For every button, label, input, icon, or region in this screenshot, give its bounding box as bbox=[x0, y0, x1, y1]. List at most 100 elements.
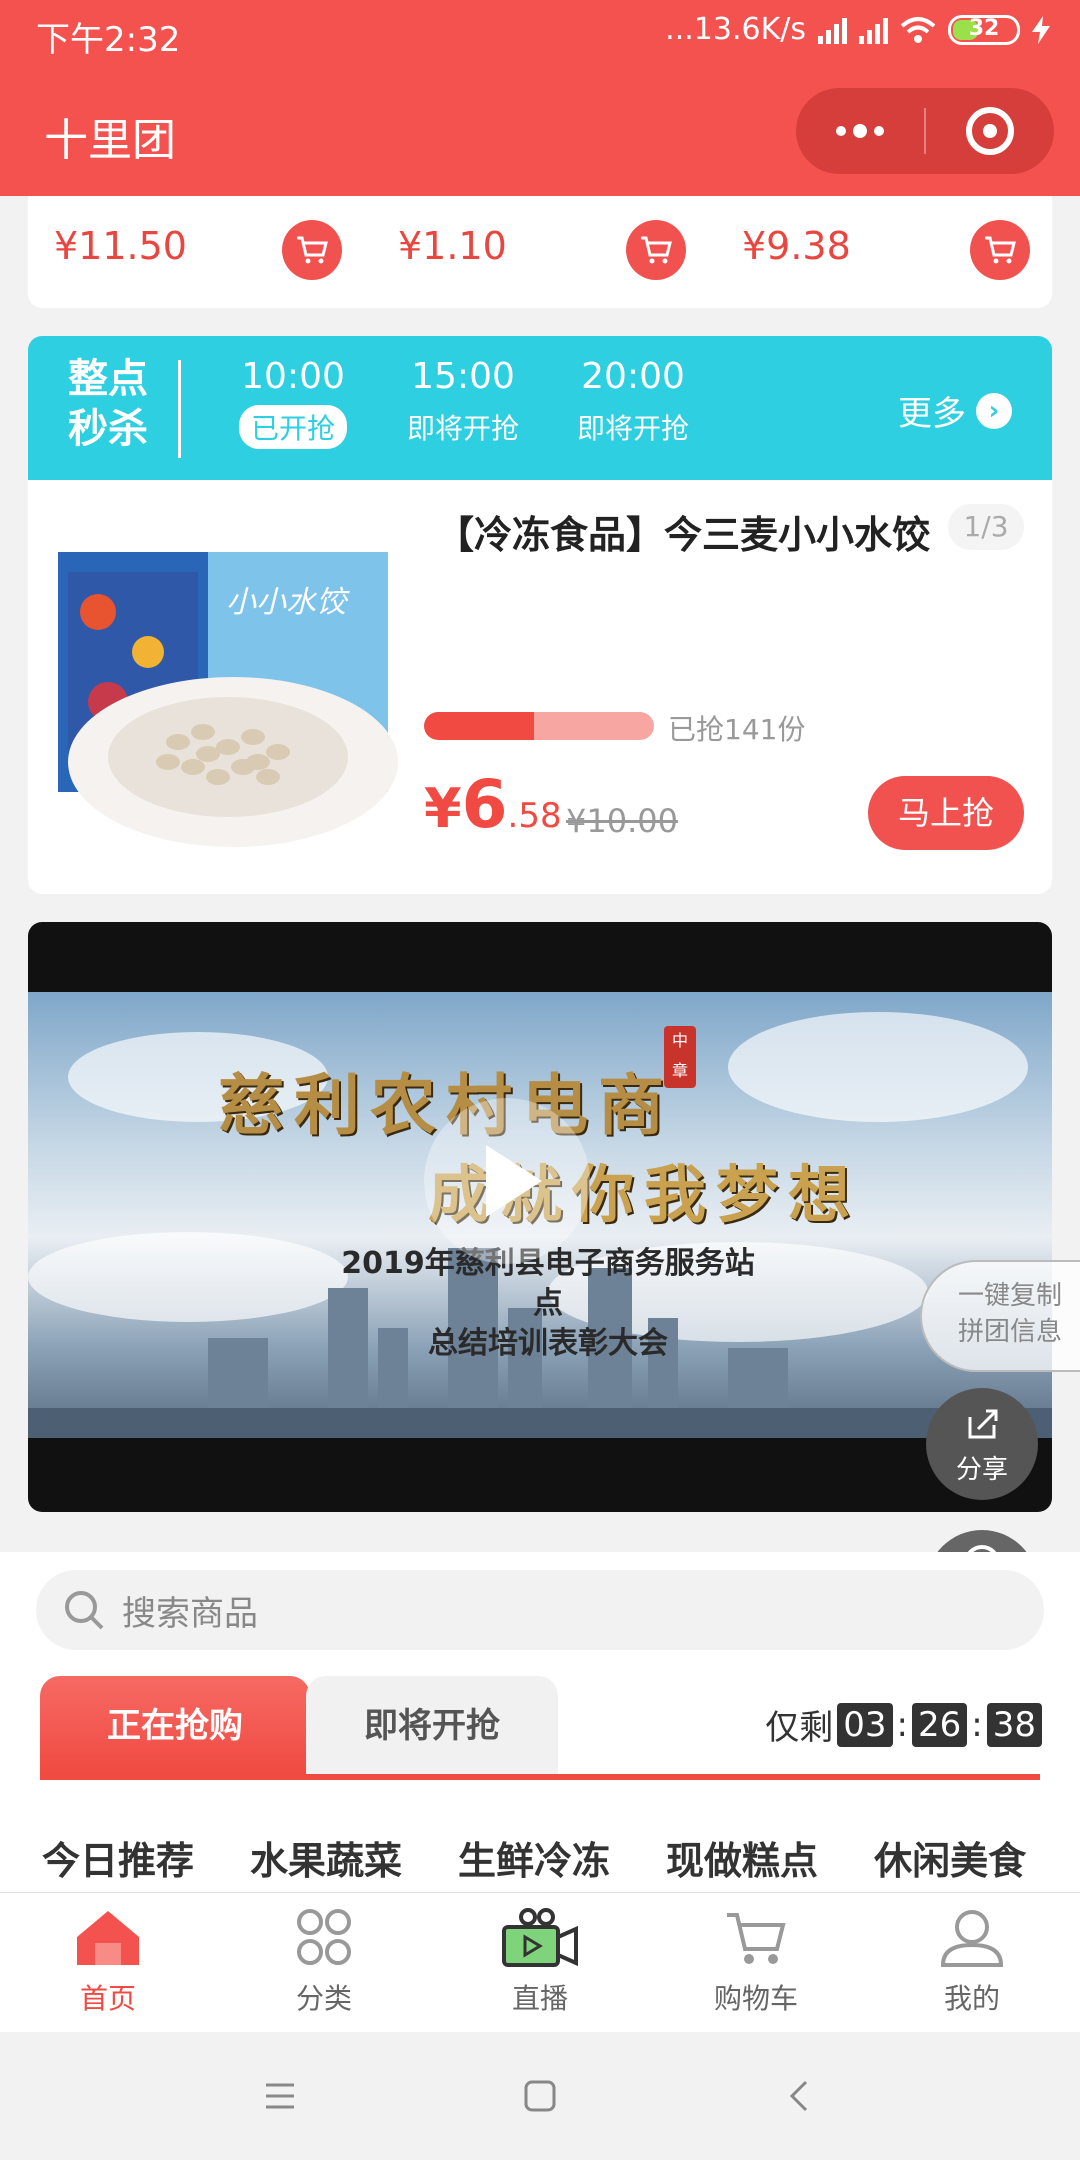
status-indicators: ...13.6K/s 32 bbox=[665, 12, 1050, 47]
copy-label-2: 拼团信息 bbox=[957, 1317, 1062, 1347]
category-icon bbox=[297, 1909, 351, 1965]
status-time: 下午2:32 bbox=[36, 20, 181, 60]
category-tabs: 今日推荐 水果蔬菜 生鲜冷冻 现做糕点 休闲美食 bbox=[42, 1830, 1026, 1885]
slot-time: 15:00 bbox=[411, 356, 515, 397]
countdown-label: 仅剩 bbox=[765, 1708, 834, 1748]
svg-text:小小水饺: 小小水饺 bbox=[226, 585, 350, 620]
category-tab[interactable]: 生鲜冷冻 bbox=[458, 1830, 610, 1885]
app-title: 十里团 bbox=[44, 115, 176, 166]
flash-sale-title: 整点秒杀 bbox=[68, 356, 148, 452]
price-decimal: .58 bbox=[507, 796, 562, 836]
sold-count: 已抢141份 bbox=[668, 713, 806, 746]
play-icon bbox=[486, 1145, 542, 1217]
slot-status: 已开抢 bbox=[238, 405, 347, 449]
cart-add-button[interactable] bbox=[626, 220, 686, 280]
price-text: ¥11.50 bbox=[54, 224, 187, 268]
time-slot[interactable]: 10:00 已开抢 bbox=[218, 356, 368, 449]
cart-icon bbox=[297, 236, 328, 264]
nav-label: 首页 bbox=[79, 1982, 136, 2015]
tab-underline bbox=[40, 1774, 1040, 1780]
more-menu-button[interactable] bbox=[796, 88, 924, 174]
battery-level: 32 bbox=[968, 15, 1000, 41]
nav-home[interactable]: 首页 bbox=[0, 1893, 216, 2032]
price-text: ¥1.10 bbox=[398, 224, 507, 268]
flash-sale-card: 整点秒杀 10:00 已开抢 15:00 即将开抢 20:00 即将开抢 更多 … bbox=[28, 336, 1052, 894]
countdown-hours: 03 bbox=[837, 1702, 893, 1747]
search-placeholder: 搜索商品 bbox=[122, 1593, 258, 1634]
sold-progress-bar bbox=[424, 712, 654, 740]
seal-stamp: 中章 bbox=[664, 1026, 696, 1088]
nav-live[interactable]: 直播 bbox=[432, 1893, 648, 2032]
search-icon bbox=[65, 1591, 104, 1630]
home-square-icon[interactable] bbox=[520, 2076, 560, 2116]
time-slot[interactable]: 15:00 即将开抢 bbox=[388, 356, 538, 449]
more-link[interactable]: 更多 › bbox=[898, 386, 1012, 435]
mini-program-capsule bbox=[796, 88, 1054, 174]
slot-time: 10:00 bbox=[241, 356, 345, 397]
price-item[interactable]: ¥9.38 bbox=[742, 214, 851, 278]
search-bar[interactable]: 搜索商品 bbox=[36, 1570, 1044, 1650]
copy-group-info-button[interactable]: 一键复制 拼团信息 bbox=[920, 1260, 1080, 1372]
nav-cart[interactable]: 购物车 bbox=[648, 1893, 864, 2032]
tab-upcoming[interactable]: 即将开抢 bbox=[306, 1676, 558, 1776]
nav-label: 购物车 bbox=[713, 1982, 798, 2015]
nav-label: 我的 bbox=[943, 1982, 1000, 2015]
network-speed: ...13.6K/s bbox=[665, 12, 806, 47]
target-icon bbox=[966, 107, 1014, 155]
price-integer: 6 bbox=[461, 766, 508, 843]
video-subtitle-line-2: 总结培训表彰大会 bbox=[428, 1326, 668, 1361]
time-slot[interactable]: 20:00 即将开抢 bbox=[558, 356, 708, 449]
slot-time: 20:00 bbox=[581, 356, 685, 397]
price-item[interactable]: ¥11.50 bbox=[54, 214, 187, 278]
share-icon bbox=[968, 1409, 998, 1438]
cart-icon bbox=[641, 236, 672, 264]
more-label: 更多 bbox=[898, 394, 966, 434]
product-image[interactable]: 小小水饺 bbox=[58, 532, 418, 848]
profile-icon bbox=[940, 1910, 1004, 1967]
top-bar: 下午2:32 ...13.6K/s 32 十里团 bbox=[0, 0, 1080, 196]
cart-add-button[interactable] bbox=[282, 220, 342, 280]
share-button[interactable]: 分享 bbox=[926, 1388, 1038, 1500]
chevron-right-icon: › bbox=[976, 392, 1012, 429]
nav-label: 直播 bbox=[511, 1982, 568, 2015]
nav-profile[interactable]: 我的 bbox=[864, 1893, 1080, 2032]
promo-video[interactable]: 慈利农村电商 中章 成就你我梦想 2019年慈利县电子商务服务站点 总结培训表彰… bbox=[28, 922, 1052, 1512]
menu-icon[interactable] bbox=[260, 2079, 300, 2113]
product-name[interactable]: 【冷冻食品】今三麦小小水饺 bbox=[436, 504, 956, 559]
cart-add-button[interactable] bbox=[970, 220, 1030, 280]
category-tab[interactable]: 休闲美食 bbox=[874, 1830, 1026, 1885]
sale-price: ¥6.58 bbox=[424, 766, 562, 843]
signal-icon bbox=[818, 16, 847, 44]
video-subtitle: 2019年慈利县电子商务服务站点 总结培训表彰大会 bbox=[328, 1244, 768, 1364]
sold-progress-fill bbox=[424, 712, 535, 740]
back-icon[interactable] bbox=[780, 2076, 820, 2116]
share-label: 分享 bbox=[955, 1454, 1008, 1485]
countdown-seconds: 38 bbox=[986, 1702, 1042, 1747]
grab-now-button[interactable]: 马上抢 bbox=[868, 776, 1024, 850]
cart-icon bbox=[985, 236, 1016, 264]
countdown-minutes: 26 bbox=[912, 1702, 968, 1747]
play-button[interactable] bbox=[424, 1098, 590, 1264]
close-mini-program-button[interactable] bbox=[926, 88, 1054, 174]
slot-status: 即将开抢 bbox=[406, 412, 519, 445]
price-text: ¥9.38 bbox=[742, 224, 851, 268]
live-video-icon bbox=[502, 1908, 578, 1967]
slot-status: 即将开抢 bbox=[576, 412, 689, 445]
system-nav-bar bbox=[0, 2032, 1080, 2160]
cart-icon bbox=[727, 1913, 786, 1964]
home-icon bbox=[77, 1911, 139, 1965]
more-dots-icon bbox=[836, 124, 884, 138]
price-symbol: ¥ bbox=[424, 777, 462, 840]
original-price: ¥10.00 bbox=[566, 802, 678, 840]
video-subtitle-line-1: 2019年慈利县电子商务服务站点 bbox=[341, 1246, 755, 1321]
category-tab[interactable]: 今日推荐 bbox=[42, 1830, 194, 1885]
price-item[interactable]: ¥1.10 bbox=[398, 214, 507, 278]
category-tab[interactable]: 水果蔬菜 bbox=[250, 1830, 402, 1885]
battery-icon: 32 bbox=[948, 14, 1020, 45]
nav-category[interactable]: 分类 bbox=[216, 1893, 432, 2032]
tab-in-progress[interactable]: 正在抢购 bbox=[40, 1676, 310, 1776]
category-tab[interactable]: 现做糕点 bbox=[666, 1830, 818, 1885]
bottom-nav: 首页 分类 直播 购物车 我的 bbox=[0, 1892, 1080, 2032]
product-price-strip: ¥11.50 ¥1.10 ¥9.38 bbox=[28, 196, 1052, 308]
product-page-indicator: 1/3 bbox=[948, 504, 1024, 550]
